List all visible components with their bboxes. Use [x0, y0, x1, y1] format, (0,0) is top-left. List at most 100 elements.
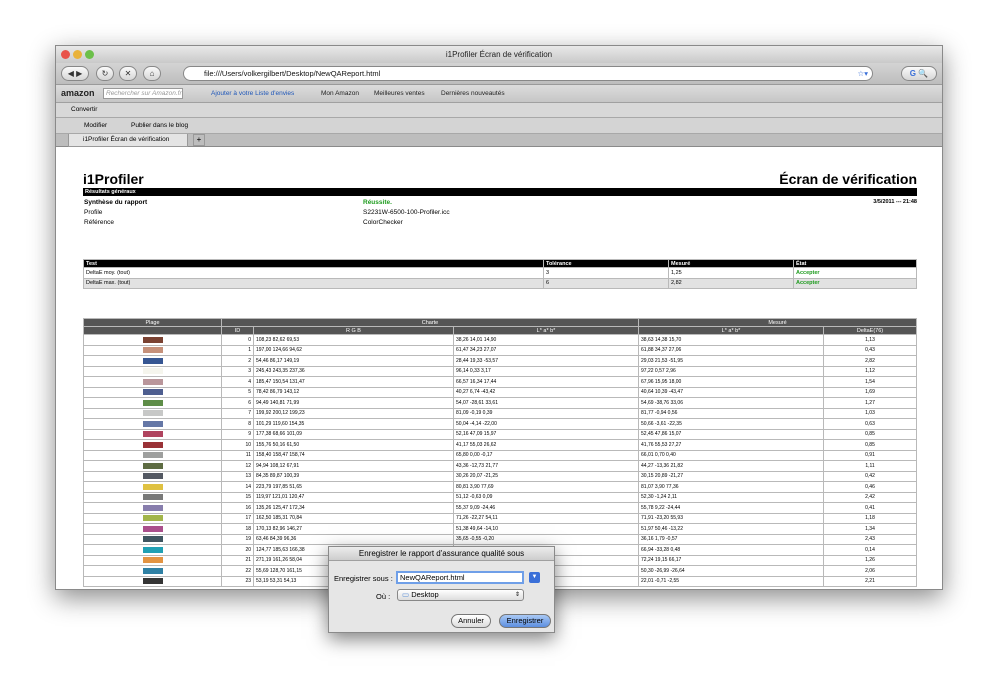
patch-lab: 66,57 16,34 17,44 [453, 376, 639, 388]
patch-deltae: 2,43 [823, 533, 917, 545]
patch-id: 6 [221, 397, 254, 409]
new-releases-menu[interactable]: Dernières nouveautés [441, 90, 505, 97]
patch-rgb: 199,92 200,12 199,23 [253, 407, 454, 419]
patch-rgb: 94,94 108,12 67,91 [253, 460, 454, 472]
patch-deltae: 1,26 [823, 554, 917, 566]
patch-row: 2 54,46 86,17 149,19 28,44 19,33 -53,57 29,… [83, 355, 917, 367]
patch-deltae: 0,41 [823, 502, 917, 514]
patch-deltae: 0,63 [823, 418, 917, 430]
save-dialog: Enregistrer le rapport d'assurance quali… [328, 546, 555, 633]
patch-deltae: 0,43 [823, 344, 917, 356]
test-state: Accepter [793, 277, 917, 289]
color-swatch [142, 378, 163, 385]
patch-swatch [83, 386, 222, 398]
patch-deltae: 0,46 [823, 481, 917, 493]
patch-row: 8 101,29 119,60 154,35 50,04 -4,14 -22,00 5… [83, 418, 917, 430]
color-swatch [142, 473, 163, 480]
patch-rgb: 245,43 243,35 237,36 [253, 365, 454, 377]
group-charte: Charte [221, 318, 639, 327]
patch-lab: 28,44 19,33 -53,57 [453, 355, 639, 367]
patch-rgb: 63,46 84,39 96,36 [253, 533, 454, 545]
profile-label: Profile [84, 209, 103, 216]
patch-id: 23 [221, 575, 254, 587]
patch-swatch [83, 512, 222, 524]
reload-icon[interactable]: ↻ [96, 66, 114, 81]
my-amazon-menu[interactable]: Mon Amazon [321, 90, 359, 97]
test-meas: 2,82 [668, 277, 794, 289]
minimize-window-icon[interactable] [73, 50, 82, 59]
close-window-icon[interactable] [61, 50, 70, 59]
test-name: DeltaE moy. (tout) [83, 267, 544, 279]
patch-lab-measured: 81,07 3,90 77,36 [638, 481, 824, 493]
location-select[interactable]: ▭ Desktop ⇕ [397, 589, 524, 601]
patch-lab-measured: 50,30 -26,99 -26,64 [638, 565, 824, 577]
patch-lab: 51,12 -0,63 0,09 [453, 491, 639, 503]
bookmark-star-icon[interactable]: ☆▾ [858, 67, 869, 80]
expand-dialog-icon[interactable]: ▼ [529, 572, 540, 583]
patch-deltae: 1,11 [823, 460, 917, 472]
patch-swatch [83, 554, 222, 566]
patch-lab: 80,81 3,90 77,69 [453, 481, 639, 493]
stop-icon[interactable]: ✕ [119, 66, 137, 81]
test-state: Accepter [793, 267, 917, 279]
color-swatch [142, 515, 163, 522]
col-lab: L* a* b* [453, 326, 639, 335]
patch-lab-measured: 30,15 20,89 -21,27 [638, 470, 824, 482]
patch-swatch [83, 449, 222, 461]
patch-row: 0 108,23 82,62 69,53 38,26 14,01 14,90 38,6… [83, 334, 917, 346]
color-swatch [142, 420, 163, 427]
patch-id: 11 [221, 449, 254, 461]
patch-id: 7 [221, 407, 254, 419]
patch-row: 15 119,97 121,01 120,47 51,12 -0,63 0,09 52… [83, 491, 917, 503]
address-bar[interactable]: file:///Users/volkergilbert/Desktop/NewQ… [183, 66, 873, 81]
tab-active[interactable]: i1Profiler Écran de vérification [68, 134, 188, 147]
edit-button[interactable]: Modifier [84, 122, 107, 129]
wishlist-link[interactable]: Ajouter à votre Liste d'envies [211, 90, 294, 97]
patch-swatch [83, 365, 222, 377]
color-swatch [142, 357, 163, 364]
reference-label: Référence [84, 219, 114, 226]
url-text: file:///Users/volkergilbert/Desktop/NewQ… [204, 69, 381, 78]
color-swatch [142, 557, 163, 564]
color-swatch [142, 546, 163, 553]
patch-lab-measured: 54,69 -38,76 33,06 [638, 397, 824, 409]
amazon-search-input[interactable]: Rechercher sur Amazon.fr [103, 88, 183, 99]
patch-rgb: 158,40 158,47 158,74 [253, 449, 454, 461]
cancel-button[interactable]: Annuler [451, 614, 491, 628]
convert-button[interactable]: Convertir [71, 106, 97, 113]
patch-lab-measured: 97,22 0,57 2,96 [638, 365, 824, 377]
patch-row: 9 177,38 68,66 101,09 52,16 47,09 15,97 52,… [83, 428, 917, 440]
patch-rgb: 94,49 140,81 71,99 [253, 397, 454, 409]
patch-lab-measured: 71,91 -23,20 55,93 [638, 512, 824, 524]
patch-row: 6 94,49 140,81 71,99 54,07 -28,61 33,61 54,… [83, 397, 917, 409]
filename-input[interactable]: NewQAReport.html [396, 571, 524, 584]
home-icon[interactable]: ⌂ [143, 66, 161, 81]
patch-lab: 38,26 14,01 14,90 [453, 334, 639, 346]
patch-deltae: 2,82 [823, 355, 917, 367]
patch-deltae: 2,42 [823, 491, 917, 503]
zoom-window-icon[interactable] [85, 50, 94, 59]
patch-rgb: 54,46 86,17 149,19 [253, 355, 454, 367]
patch-row: 18 170,13 82,96 146,27 51,38 49,64 -14,10 5… [83, 523, 917, 535]
patch-rgb: 177,38 68,66 101,09 [253, 428, 454, 440]
back-forward-button[interactable]: ◀ ▶ [61, 66, 89, 81]
patch-swatch [83, 575, 222, 587]
patch-deltae: 0,42 [823, 470, 917, 482]
patch-lab-measured: 61,88 34,37 27,06 [638, 344, 824, 356]
patch-deltae: 1,34 [823, 523, 917, 535]
publish-blog-button[interactable]: Publier dans le blog [131, 122, 188, 129]
new-tab-button[interactable]: + [193, 134, 205, 146]
search-engine-button[interactable]: G 🔍 [901, 66, 937, 81]
patch-lab-measured: 52,45 47,86 15,07 [638, 428, 824, 440]
best-sellers-menu[interactable]: Meilleures ventes [374, 90, 425, 97]
patch-lab: 41,17 55,03 26,62 [453, 439, 639, 451]
bookmarks-toolbar: Modifier Publier dans le blog [56, 118, 942, 134]
patch-lab-measured: 29,03 21,53 -51,95 [638, 355, 824, 367]
location-value: Desktop [411, 590, 439, 599]
title-bar: i1Profiler Écran de vérification [56, 46, 942, 63]
patch-swatch [83, 460, 222, 472]
patch-deltae: 0,91 [823, 449, 917, 461]
patch-id: 12 [221, 460, 254, 472]
patch-lab: 52,16 47,09 15,97 [453, 428, 639, 440]
save-button[interactable]: Enregistrer [499, 614, 551, 628]
